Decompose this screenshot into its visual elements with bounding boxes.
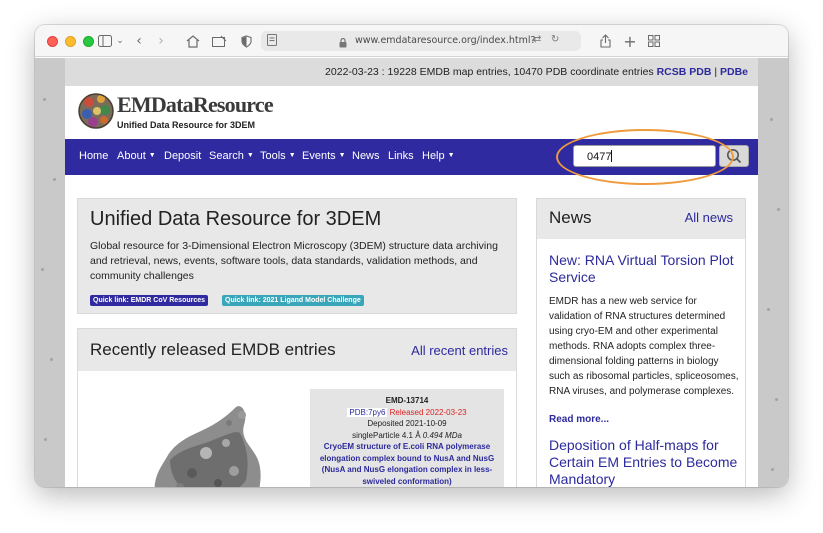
search-input[interactable]: 0477 [573, 145, 716, 167]
entry-pdb-line: PDB:7py6 Released 2022-03-23 [310, 407, 504, 419]
entry-method: singleParticle 4.1 Å [352, 430, 423, 440]
nav-about-label: About [117, 150, 146, 162]
nav-search[interactable]: Search ▼ [209, 150, 254, 162]
stats-text: 2022-03-23 : 19228 EMDB map entries, 104… [325, 66, 657, 78]
entry-id: EMD-13714 [385, 396, 429, 405]
entry-size: 0.494 MDa [422, 430, 462, 440]
nav-tools-label: Tools [260, 150, 286, 162]
site-name: EMDataResource [117, 92, 274, 117]
entry-release-date: Released 2022-03-23 [389, 407, 467, 417]
entry-deposited: Deposited 2021-10-09 [367, 419, 447, 428]
address-bar[interactable]: www.emdataresource.org/index.html? ⇄ ↻ [261, 31, 581, 51]
entry-method-line: singleParticle 4.1 Å 0.494 MDa [310, 430, 504, 442]
nav-events[interactable]: Events ▼ [302, 150, 346, 162]
minimize-window-button[interactable] [65, 36, 76, 47]
forward-icon[interactable]: › [155, 32, 167, 50]
back-icon[interactable]: ‹ [133, 32, 145, 50]
caret-down-icon: ▼ [288, 152, 296, 159]
reading-list-icon[interactable] [211, 32, 227, 50]
pdbe-link[interactable]: PDBe [720, 66, 748, 78]
translate-icon[interactable]: ⇄ [533, 34, 541, 45]
news-header: News All news [537, 199, 745, 239]
entry-summary[interactable]: EMD-13714 PDB:7py6 Released 2022-03-23 D… [310, 389, 504, 487]
stats-bar: 2022-03-23 : 19228 EMDB map entries, 104… [65, 58, 758, 86]
nav-news[interactable]: News [352, 150, 380, 162]
close-window-button[interactable] [47, 36, 58, 47]
rcsb-pdb-link[interactable]: RCSB PDB [657, 66, 712, 78]
nav-events-label: Events [302, 150, 336, 162]
caret-down-icon: ▼ [148, 152, 156, 159]
site-subtitle: Unified Data Resource for 3DEM [117, 120, 256, 130]
nav-links[interactable]: Links [388, 150, 414, 162]
share-icon[interactable] [598, 32, 612, 50]
caret-down-icon: ▼ [246, 152, 254, 159]
zoom-window-button[interactable] [83, 36, 94, 47]
home-icon[interactable] [185, 32, 201, 50]
nav-deposit[interactable]: Deposit [164, 150, 201, 162]
nav-tools[interactable]: Tools ▼ [260, 150, 296, 162]
browser-window: ⌄ ‹ › www.emdataresource.org/index.html?… [35, 25, 788, 487]
reload-icon[interactable]: ↻ [551, 34, 559, 45]
recent-entries-header: Recently released EMDB entries All recen… [78, 329, 516, 371]
caret-down-icon: ▼ [338, 152, 346, 159]
stats-separator: | [711, 66, 720, 78]
lock-icon [339, 35, 347, 48]
entry-title[interactable]: CryoEM structure of E.coli RNA polymeras… [310, 441, 504, 487]
search-icon [727, 149, 742, 164]
quick-link-ligand-button[interactable]: Quick link: 2021 Ligand Model Challenge [222, 295, 364, 306]
recent-entries-title: Recently released EMDB entries [90, 340, 336, 359]
main-nav: Home About ▼ Deposit Search ▼ Tools ▼ Event… [65, 139, 758, 175]
nav-search-label: Search [209, 150, 244, 162]
nav-home[interactable]: Home [79, 150, 108, 162]
entry-pdb-link[interactable]: PDB:7py6 [347, 407, 388, 417]
all-news-link[interactable]: All news [685, 210, 733, 225]
emdr-logo-icon [77, 88, 115, 134]
recent-entries-card: Recently released EMDB entries All recen… [77, 328, 517, 487]
nav-help[interactable]: Help ▼ [422, 150, 455, 162]
site-brand[interactable]: EMDataResource Unified Data Resource for… [77, 88, 277, 136]
intro-card: Unified Data Resource for 3DEM Global re… [77, 198, 517, 314]
search-input-value: 0477 [587, 151, 612, 163]
page-icon [265, 33, 279, 47]
search-button[interactable] [719, 145, 749, 167]
entry-stats: 2022-03-23 : 19228 EMDB map entries, 104… [325, 66, 748, 78]
page-viewport: 2022-03-23 : 19228 EMDB map entries, 104… [35, 58, 788, 487]
nav-help-label: Help [422, 150, 445, 162]
intro-description: Global resource for 3-Dimensional Electr… [90, 240, 498, 282]
news-item-1-body: EMDR has a new web service for validatio… [549, 296, 739, 397]
sidebar-icon[interactable] [97, 32, 113, 50]
news-item-1-title[interactable]: New: RNA Virtual Torsion Plot Service [549, 252, 739, 286]
text-caret [611, 150, 613, 162]
web-page: 2022-03-23 : 19228 EMDB map entries, 104… [65, 58, 758, 487]
tab-overview-icon[interactable] [647, 32, 661, 50]
all-recent-entries-link[interactable]: All recent entries [411, 343, 508, 358]
nav-about[interactable]: About ▼ [117, 150, 156, 162]
new-tab-icon[interactable]: + [623, 32, 637, 51]
entry-map-image[interactable] [108, 385, 278, 487]
news-card: News All news New: RNA Virtual Torsion P… [536, 198, 746, 487]
read-more-link[interactable]: Read more... [549, 414, 609, 425]
intro-title: Unified Data Resource for 3DEM [90, 208, 382, 230]
news-item-2-title[interactable]: Deposition of Half-maps for Certain EM E… [549, 437, 745, 487]
quick-link-cov-button[interactable]: Quick link: EMDR CoV Resources [90, 295, 209, 306]
privacy-shield-icon[interactable] [239, 32, 253, 50]
chevron-down-icon[interactable]: ⌄ [115, 32, 125, 50]
caret-down-icon: ▼ [447, 152, 455, 159]
address-url: www.emdataresource.org/index.html? [355, 35, 536, 46]
browser-toolbar: ⌄ ‹ › www.emdataresource.org/index.html?… [35, 25, 788, 57]
news-title: News [549, 208, 592, 227]
